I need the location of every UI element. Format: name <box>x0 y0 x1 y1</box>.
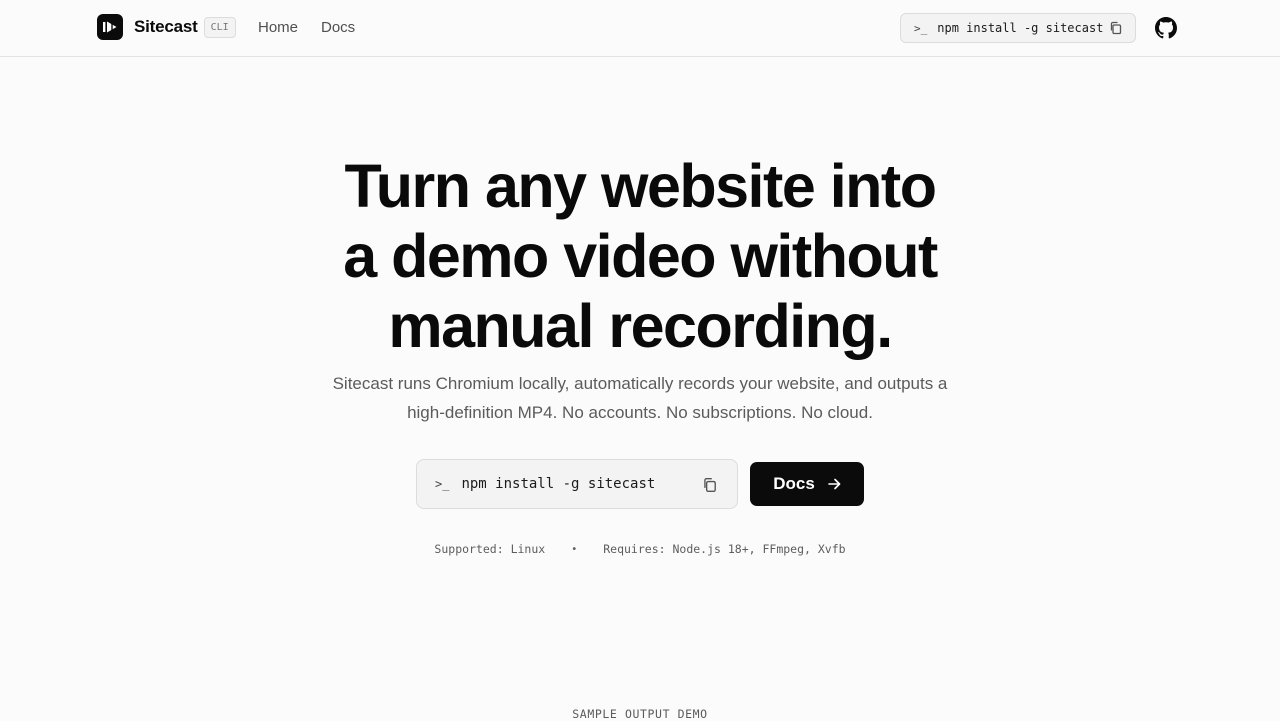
nav-install-text: npm install -g sitecast <box>937 21 1104 35</box>
docs-button-label: Docs <box>773 474 815 493</box>
supported-platforms: Supported: Linux <box>434 542 546 556</box>
hero-install-text: npm install -g sitecast <box>461 476 656 492</box>
brand[interactable]: Sitecast CLI <box>97 14 236 40</box>
github-icon[interactable] <box>1155 17 1177 44</box>
docs-button[interactable]: Docs <box>750 462 864 506</box>
nav-link-home[interactable]: Home <box>258 19 298 36</box>
copy-icon[interactable] <box>1109 21 1122 38</box>
hero-subtitle: Sitecast runs Chromium locally, automati… <box>290 369 990 427</box>
hero-title: Turn any website into a demo video witho… <box>0 151 1280 361</box>
play-logo-icon <box>97 14 123 40</box>
copy-icon[interactable] <box>702 477 717 497</box>
hero-install-command[interactable]: >_ npm install -g sitecast <box>416 459 738 509</box>
separator-dot: • <box>571 543 578 555</box>
terminal-prompt-icon: >_ <box>435 477 450 491</box>
hero-subtitle-line: Sitecast runs Chromium locally, automati… <box>332 374 948 393</box>
brand-name: Sitecast <box>134 17 198 36</box>
cli-badge: CLI <box>203 16 236 38</box>
hero-subtitle-line: high-definition MP4. No accounts. No sub… <box>407 403 873 422</box>
requirements-text: Requires: Node.js 18+, FFmpeg, Xvfb <box>603 542 846 556</box>
sample-output-label: SAMPLE OUTPUT DEMO <box>572 707 708 721</box>
nav-link-docs[interactable]: Docs <box>321 19 355 36</box>
terminal-prompt-icon: >_ <box>914 21 928 35</box>
hero-title-line: Turn any website into <box>344 152 937 220</box>
nav-install-command[interactable]: >_ npm install -g sitecast <box>900 13 1136 43</box>
hero-title-line: manual recording. <box>388 292 893 360</box>
arrow-right-icon <box>827 478 841 490</box>
top-navbar: Sitecast CLI Home Docs >_ npm install -g… <box>0 0 1280 57</box>
requirements-row: Supported: Linux • Requires: Node.js 18+… <box>0 542 1280 556</box>
hero-title-line: a demo video without <box>343 222 938 290</box>
